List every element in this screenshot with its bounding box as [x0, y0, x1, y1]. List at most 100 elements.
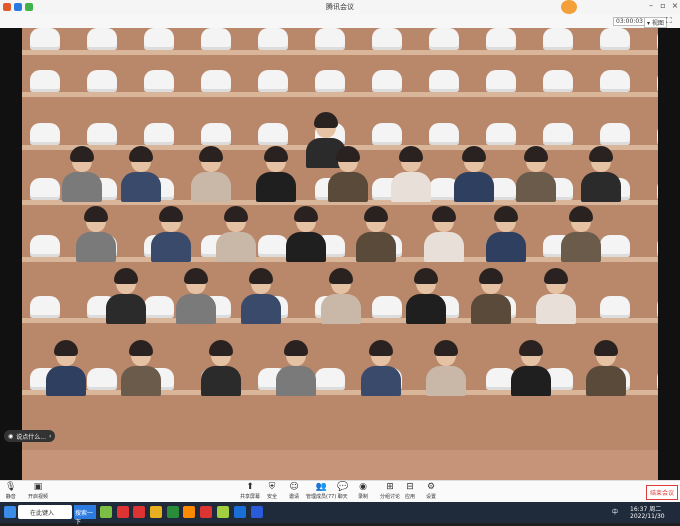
meeting-app-icon[interactable]: [183, 506, 195, 518]
participant-body: [586, 366, 626, 396]
view-button[interactable]: ▾ 视图: [644, 17, 667, 28]
folder-icon[interactable]: [150, 506, 162, 518]
invite-button[interactable]: ☺ 邀请: [289, 482, 299, 500]
search-app-button[interactable]: 搜索一下: [74, 505, 96, 526]
participant-hair: [314, 112, 338, 128]
participant-hair: [294, 206, 318, 222]
seat: [486, 28, 516, 50]
participant-video-tile[interactable]: [582, 340, 630, 396]
participant-video-tile[interactable]: [387, 146, 435, 202]
chat-hint-bubble[interactable]: ◉ 说点什么... ‹: [4, 430, 56, 442]
breakout-button[interactable]: ⊞ 分组讨论: [380, 482, 400, 500]
participant-video-tile[interactable]: [117, 146, 165, 202]
close-button[interactable]: ×: [670, 1, 680, 10]
video-button[interactable]: ▣ 开启视频: [28, 482, 48, 500]
participant-video-tile[interactable]: [72, 206, 120, 262]
end-meeting-button[interactable]: 结束会议: [646, 485, 679, 500]
browser-icon[interactable]: [167, 506, 179, 518]
participant-video-tile[interactable]: [117, 340, 165, 396]
seat: [201, 123, 231, 145]
participant-hair: [159, 206, 183, 222]
participant-body: [328, 172, 368, 202]
participant-hair: [589, 146, 613, 162]
wps-icon-2[interactable]: [133, 506, 145, 518]
participant-hair: [284, 340, 308, 356]
participant-video-tile[interactable]: [402, 268, 450, 324]
participant-video-tile[interactable]: [450, 146, 498, 202]
participant-video-tile[interactable]: [147, 206, 195, 262]
participant-video-tile[interactable]: [212, 206, 260, 262]
seat: [87, 123, 117, 145]
participant-video-tile[interactable]: [420, 206, 468, 262]
wps-icon[interactable]: [117, 506, 129, 518]
participant-video-tile[interactable]: [357, 340, 405, 396]
participant-video-tile[interactable]: [197, 340, 245, 396]
participant-video-tile[interactable]: [282, 206, 330, 262]
meeting-toolbar: 🎙 静音 ▣ 开启视频 ⬆ 共享屏幕 ⛨ 安全 ☺ 邀请 👥 管理成员(77) …: [0, 480, 680, 503]
chat-button[interactable]: 💬 聊天: [337, 482, 348, 500]
seat: [657, 235, 658, 257]
participant-video-tile[interactable]: [557, 206, 605, 262]
app-icon-3[interactable]: [234, 506, 246, 518]
participant-video-tile[interactable]: [252, 146, 300, 202]
fullscreen-icon[interactable]: ⛶: [666, 16, 672, 26]
participant-video-tile[interactable]: [102, 268, 150, 324]
seat: [258, 70, 288, 92]
participant-video-tile[interactable]: [58, 146, 106, 202]
seat: [429, 123, 459, 145]
app-icon-1[interactable]: [100, 506, 112, 518]
chat-bubble-icon: 💬: [337, 482, 349, 492]
seat: [486, 70, 516, 92]
seat: [144, 28, 174, 50]
participant-video-tile[interactable]: [422, 340, 470, 396]
participant-video-tile[interactable]: [42, 340, 90, 396]
participant-body: [361, 366, 401, 396]
security-button[interactable]: ⛨ 安全: [267, 482, 277, 500]
apps-button[interactable]: ⊟ 应用: [405, 482, 415, 500]
participant-body: [581, 172, 621, 202]
participant-video-tile[interactable]: [172, 268, 220, 324]
participant-video-tile[interactable]: [272, 340, 320, 396]
participant-body: [151, 232, 191, 262]
windows-start-icon[interactable]: [4, 506, 16, 518]
app-icon-2[interactable]: [217, 506, 229, 518]
settings-button[interactable]: ⚙ 设置: [426, 482, 436, 500]
taskbar-search-box[interactable]: 在此键入: [18, 505, 72, 519]
participant-hair: [129, 146, 153, 162]
participant-video-tile[interactable]: [324, 146, 372, 202]
participant-video-tile[interactable]: [467, 268, 515, 324]
wps-icon-3[interactable]: [200, 506, 212, 518]
members-button[interactable]: 👥 管理成员(77): [306, 482, 336, 500]
app-icon-4[interactable]: [251, 506, 263, 518]
meeting-logo-icon: [561, 0, 577, 14]
mute-button[interactable]: 🎙 静音: [5, 482, 16, 500]
participant-video-tile[interactable]: [507, 340, 555, 396]
settings-label: 设置: [426, 494, 437, 500]
participant-hair: [70, 146, 94, 162]
minimize-button[interactable]: –: [646, 1, 656, 10]
participant-body: [426, 366, 466, 396]
seat: [87, 28, 117, 50]
participant-video-tile[interactable]: [532, 268, 580, 324]
participant-video-tile[interactable]: [482, 206, 530, 262]
maximize-button[interactable]: ▫: [658, 1, 668, 10]
participant-video-tile[interactable]: [187, 146, 235, 202]
collapse-icon[interactable]: ‹: [49, 433, 51, 440]
participant-video-tile[interactable]: [317, 268, 365, 324]
participant-video-tile[interactable]: [237, 268, 285, 324]
participant-hair: [479, 268, 503, 284]
participant-video-tile[interactable]: [352, 206, 400, 262]
view-label: 视图: [651, 20, 664, 27]
window-title: 腾讯会议: [326, 3, 354, 11]
participant-video-tile[interactable]: [577, 146, 625, 202]
share-screen-button[interactable]: ⬆ 共享屏幕: [240, 482, 260, 500]
record-icon: ◉: [359, 482, 367, 492]
participant-hair: [336, 146, 360, 162]
participant-video-tile[interactable]: [512, 146, 560, 202]
participant-hair: [364, 206, 388, 222]
participant-body: [62, 172, 102, 202]
seat: [372, 123, 402, 145]
ime-indicator[interactable]: 中: [612, 507, 618, 516]
seat: [30, 123, 60, 145]
record-button[interactable]: ◉ 录制: [358, 482, 368, 500]
